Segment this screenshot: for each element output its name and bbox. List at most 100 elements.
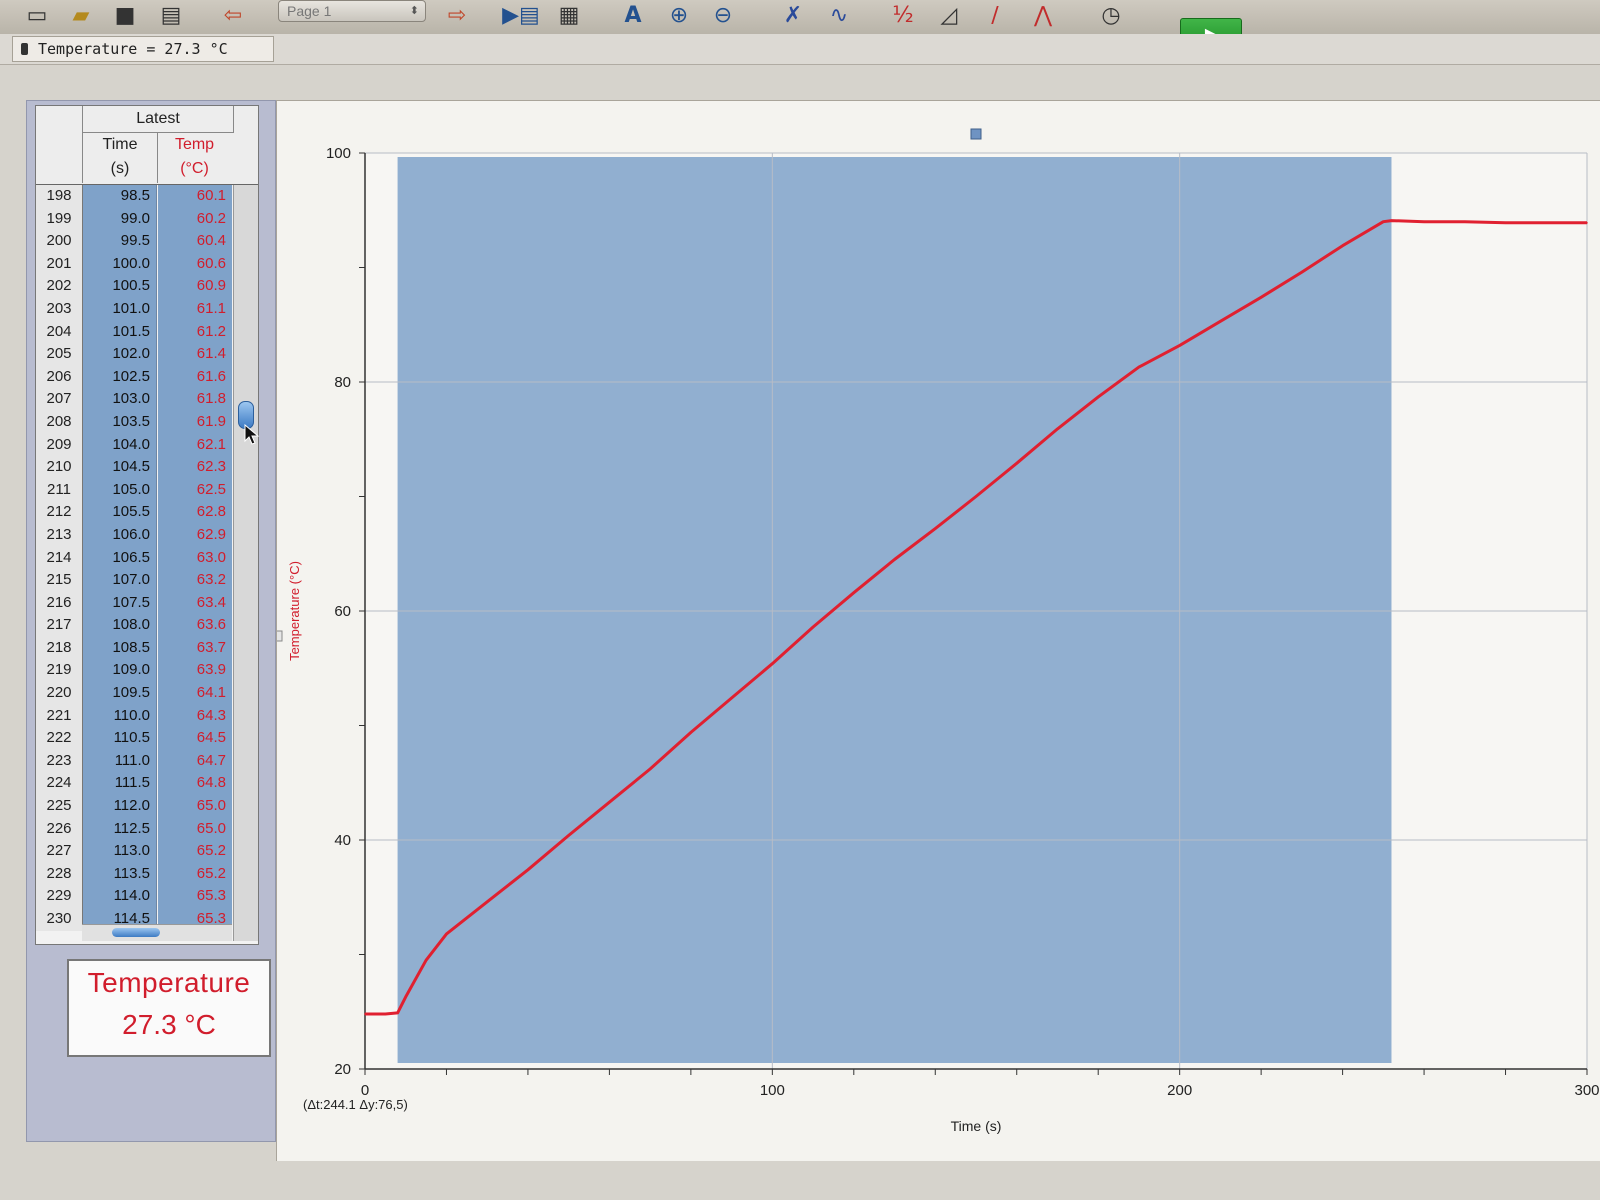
row-number-cell: 210 xyxy=(36,456,83,479)
table-row[interactable]: 211 105.0 62.5 xyxy=(36,478,258,502)
row-number-cell: 214 xyxy=(36,546,83,570)
table-row[interactable]: 202 100.5 60.9 xyxy=(36,275,258,298)
time-cell: 103.5 xyxy=(83,410,157,434)
timer-icon[interactable]: ◷ xyxy=(1094,0,1128,30)
data-point xyxy=(1586,222,1588,224)
time-column-title: Time xyxy=(102,136,138,153)
temperature-meter[interactable]: Temperature 27.3 °C xyxy=(67,959,271,1057)
table-row[interactable]: 208 103.5 61.9 xyxy=(36,410,258,434)
page-select-value: Page 1 xyxy=(287,3,332,19)
selection-region[interactable] xyxy=(397,157,1392,1063)
data-point xyxy=(1545,222,1548,224)
table-row[interactable]: 199 99.0 60.2 xyxy=(36,207,258,231)
left-resize-handle[interactable] xyxy=(277,630,283,642)
top-resize-handle[interactable] xyxy=(970,128,982,140)
autoscale-icon[interactable]: A xyxy=(616,0,650,30)
table-row[interactable]: 221 110.0 64.3 xyxy=(36,704,258,728)
curve-fit-icon[interactable]: ⋀ xyxy=(1026,0,1060,30)
time-cell: 109.0 xyxy=(83,659,157,683)
time-column-header[interactable]: Time (s) xyxy=(82,133,158,183)
table-row[interactable]: 205 102.0 61.4 xyxy=(36,343,258,366)
temp-cell: 61.9 xyxy=(158,410,232,434)
time-cell: 104.5 xyxy=(83,456,157,479)
time-cell: 111.0 xyxy=(83,749,157,773)
sensor-readout-text: Temperature = 27.3 °C xyxy=(38,40,228,58)
delta-readout: (Δt:244.1 Δy:76,5) xyxy=(303,1097,408,1112)
table-horizontal-scrollbar[interactable] xyxy=(82,924,232,941)
table-row[interactable]: 218 108.5 63.7 xyxy=(36,636,258,660)
temperature-graph[interactable]: 0 100 200 30020406080100Time (s)Temperature… xyxy=(277,101,1600,1161)
zoom-out-icon[interactable]: ⊖ xyxy=(706,0,740,30)
table-row[interactable]: 225 112.0 65.0 xyxy=(36,795,258,818)
table-row[interactable]: 214 106.5 63.0 xyxy=(36,546,258,570)
graph-panel[interactable]: 0 100 200 300 20 40 60 80 100 Time (s) Temperature… xyxy=(276,100,1600,1161)
table-row[interactable]: 216 107.5 63.4 xyxy=(36,591,258,615)
table-row[interactable]: 203 101.0 61.1 xyxy=(36,297,258,321)
data-browser-icon[interactable]: ▶▤ xyxy=(502,0,540,30)
table-row[interactable]: 206 102.5 61.6 xyxy=(36,365,258,389)
time-cell: 100.5 xyxy=(83,275,157,298)
table-row[interactable]: 223 111.0 64.7 xyxy=(36,749,258,773)
time-cell: 100.0 xyxy=(83,252,157,276)
next-page-icon[interactable]: ⇨ xyxy=(440,0,474,30)
row-number-cell: 212 xyxy=(36,501,83,524)
examine-icon[interactable]: ✗ xyxy=(776,0,810,30)
x-tick-label: 300 xyxy=(1574,1082,1599,1099)
table-row[interactable]: 212 105.5 62.8 xyxy=(36,501,258,524)
sensor-icon xyxy=(21,43,28,55)
row-number-cell: 207 xyxy=(36,388,83,411)
table-row[interactable]: 226 112.5 65.0 xyxy=(36,817,258,841)
table-row[interactable]: 228 113.5 65.2 xyxy=(36,862,258,886)
calculator-icon[interactable]: ▦ xyxy=(552,0,586,30)
y-axis-label[interactable]: Temperature (°C) xyxy=(287,561,302,661)
time-cell: 106.0 xyxy=(83,523,157,547)
table-row[interactable]: 198 98.5 60.1 xyxy=(36,185,258,208)
interpolate-icon[interactable]: ∿ xyxy=(822,0,856,30)
table-row[interactable]: 227 113.0 65.2 xyxy=(36,840,258,863)
new-file-icon[interactable]: ▭ xyxy=(20,0,54,30)
table-row[interactable]: 222 110.5 64.5 xyxy=(36,727,258,750)
data-set-header[interactable]: Latest xyxy=(82,106,234,133)
temp-cell: 63.0 xyxy=(158,546,232,570)
table-row[interactable]: 217 108.0 63.6 xyxy=(36,614,258,637)
tangent-icon[interactable]: ◿ xyxy=(932,0,966,30)
open-folder-icon[interactable]: ▰ xyxy=(64,0,98,30)
save-icon[interactable]: ■ xyxy=(108,0,142,30)
data-point xyxy=(934,527,937,530)
temp-cell: 61.2 xyxy=(158,320,232,344)
row-number-cell: 204 xyxy=(36,320,83,344)
sensor-readout: Temperature = 27.3 °C xyxy=(12,36,274,62)
data-point xyxy=(608,801,611,804)
temp-cell: 60.4 xyxy=(158,230,232,253)
table-row[interactable]: 200 99.5 60.4 xyxy=(36,230,258,253)
zoom-in-icon[interactable]: ⊕ xyxy=(662,0,696,30)
data-point xyxy=(1260,296,1262,299)
table-row[interactable]: 215 107.0 63.2 xyxy=(36,569,258,592)
table-row[interactable]: 224 111.5 64.8 xyxy=(36,772,258,796)
table-row[interactable]: 207 103.0 61.8 xyxy=(36,388,258,411)
table-row[interactable]: 219 109.0 63.9 xyxy=(36,659,258,683)
y-tick-label: 40 xyxy=(334,832,351,849)
temp-cell: 64.7 xyxy=(158,749,232,773)
time-cell: 99.0 xyxy=(83,207,157,231)
table-row[interactable]: 210 104.5 62.3 xyxy=(36,456,258,479)
temp-column-header[interactable]: Temp (°C) xyxy=(157,133,232,183)
table-row[interactable]: 204 101.5 61.2 xyxy=(36,320,258,344)
table-row[interactable]: 209 104.0 62.1 xyxy=(36,433,258,457)
integral-icon[interactable]: ½ xyxy=(886,0,920,30)
temp-cell: 65.2 xyxy=(158,862,232,886)
table-row[interactable]: 201 100.0 60.6 xyxy=(36,252,258,276)
page-select[interactable]: Page 1 ⬍ xyxy=(278,0,426,22)
h-scroll-thumb[interactable] xyxy=(112,928,160,937)
temp-cell: 60.6 xyxy=(158,252,232,276)
data-point xyxy=(1464,220,1466,223)
undo-icon[interactable]: ⇦ xyxy=(216,0,250,30)
table-vertical-scrollbar[interactable] xyxy=(233,185,258,941)
table-row[interactable]: 213 106.0 62.9 xyxy=(36,523,258,547)
table-row[interactable]: 229 114.0 65.3 xyxy=(36,885,258,908)
x-axis-label[interactable]: Time (s) xyxy=(951,1118,1002,1134)
table-row[interactable]: 220 109.5 64.1 xyxy=(36,682,258,705)
linear-fit-icon[interactable]: ∕ xyxy=(978,0,1012,30)
print-icon[interactable]: ▤ xyxy=(154,0,188,30)
time-cell: 113.5 xyxy=(83,862,157,886)
